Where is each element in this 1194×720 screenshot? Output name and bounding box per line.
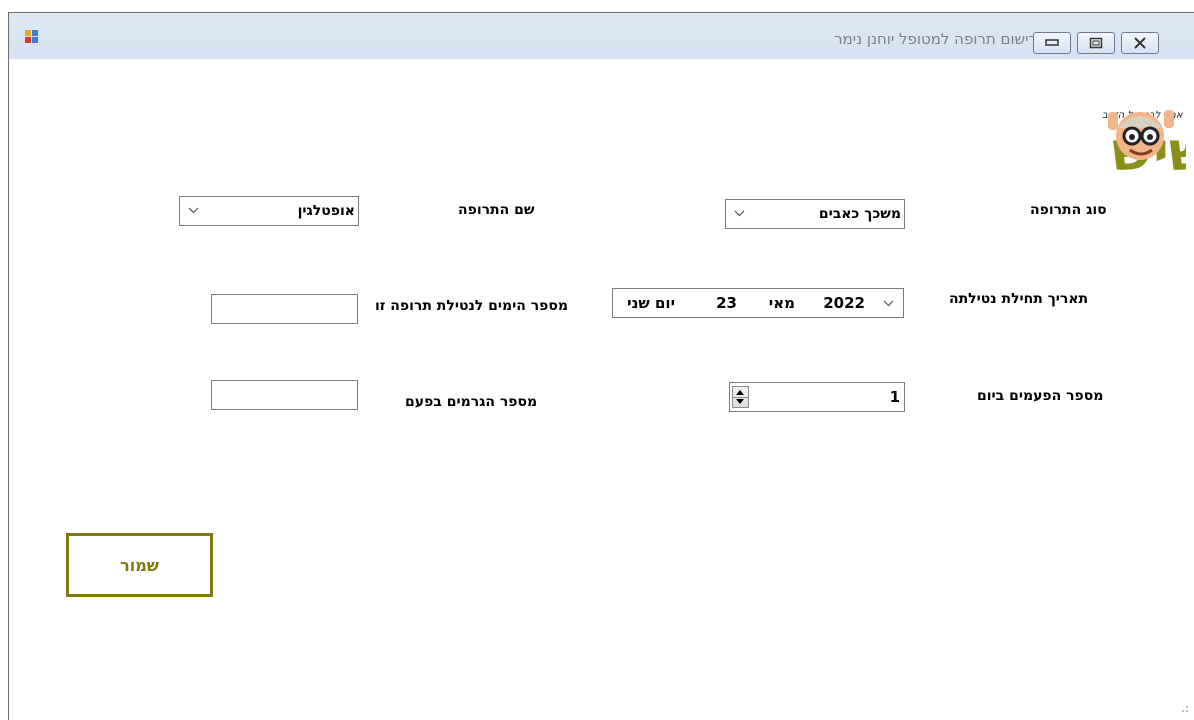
doses-per-time-input[interactable] (211, 380, 358, 410)
stepper-buttons[interactable] (732, 386, 749, 408)
times-per-day-stepper[interactable]: 1 (729, 382, 905, 412)
resize-grip-icon[interactable] (1176, 700, 1190, 714)
chevron-down-icon (188, 207, 199, 214)
date-year: 2022 (823, 294, 865, 312)
date-day-name: יום שני (627, 294, 675, 312)
minimize-button[interactable] (1033, 32, 1071, 54)
medication-type-label: סוג התרופה (1030, 202, 1107, 218)
app-icon (25, 30, 39, 44)
medication-type-select[interactable]: משכך כאבים (725, 199, 905, 229)
stepper-up-icon[interactable] (736, 390, 744, 395)
date-month: מאי (768, 294, 795, 312)
days-count-label: מספר הימים לנטילת תרופה זו (375, 298, 569, 314)
date-day: 23 (716, 294, 737, 312)
chevron-down-icon (734, 210, 745, 217)
stepper-down-icon[interactable] (736, 399, 744, 404)
window-title: רישום תרופה למטופל יוחנן נימר (834, 30, 1037, 48)
maximize-icon (1089, 37, 1103, 49)
maximize-button[interactable] (1077, 32, 1115, 54)
window-border-left (8, 12, 9, 720)
start-date-picker[interactable]: יום שני 23 מאי 2022 (612, 288, 904, 318)
days-count-input[interactable] (211, 294, 358, 324)
doses-per-time-label: מספר הגרמים בפעם (405, 394, 538, 410)
times-per-day-value: 1 (889, 388, 900, 406)
medication-name-select[interactable]: אופטלגין (179, 196, 359, 226)
calendar-dropdown-icon[interactable] (883, 300, 894, 307)
medication-name-label: שם התרופה (458, 202, 535, 218)
hakashish-logo: דיור מוגן - בית אמון לבני גיל הזהב הקשיש (1102, 110, 1186, 183)
minimize-icon (1045, 39, 1059, 46)
close-icon (1134, 37, 1146, 49)
medication-name-value: אופטלגין (297, 203, 355, 219)
medication-type-value: משכך כאבים (818, 206, 901, 222)
window-frame (0, 0, 8, 720)
save-button[interactable]: שמור (66, 533, 213, 597)
close-button[interactable] (1121, 32, 1159, 54)
title-bar[interactable]: רישום תרופה למטופל יוחנן נימר (9, 13, 1194, 59)
times-per-day-label: מספר הפעמים ביום (977, 388, 1104, 404)
start-date-label: תאריך תחילת נטילתה (949, 291, 1089, 307)
app-window: רישום תרופה למטופל יוחנן נימר דיור מוגן … (0, 0, 1194, 720)
